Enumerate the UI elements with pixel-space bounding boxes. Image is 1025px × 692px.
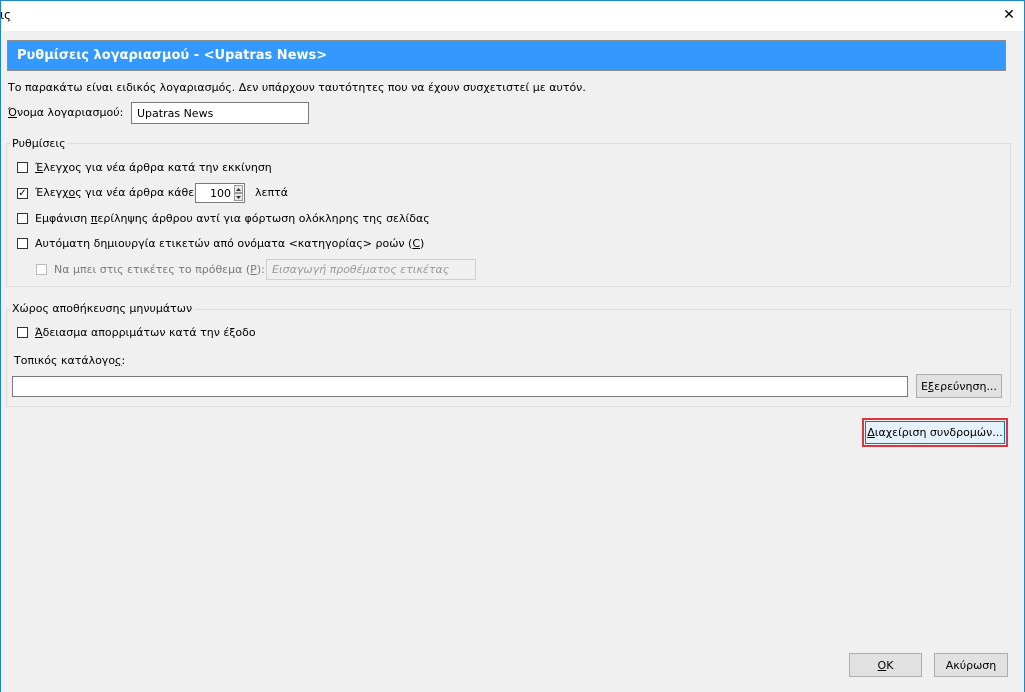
- window-title: ις: [0, 8, 12, 22]
- window-titlebar: [0, 0, 1025, 31]
- browse-button[interactable]: Εξ ερεύνηση...: [916, 374, 1002, 398]
- empty-trash-label[interactable]: Άδειασμα απορριμάτων κατά την έξοδο: [35, 326, 256, 339]
- tag-prefix-checkbox[interactable]: [36, 264, 47, 275]
- cancel-button[interactable]: Ακύρωση: [934, 653, 1008, 677]
- ok-button[interactable]: OK: [849, 653, 922, 677]
- account-name-value: Upatras News: [137, 106, 214, 120]
- spin-up-button[interactable]: [234, 185, 243, 193]
- auto-tags-label[interactable]: Αυτόματη δημιουργία ετικετών από ονόματα…: [35, 237, 424, 250]
- show-summary-checkbox[interactable]: [17, 213, 28, 224]
- check-interval-value: 100: [210, 187, 231, 200]
- page-title: Ρυθμίσεις λογαριασμού - <Upatras News>: [7, 40, 1006, 71]
- empty-trash-checkbox[interactable]: [17, 327, 28, 338]
- check-every-label[interactable]: Έλεγχος για νέα άρθρα κάθε: [35, 186, 194, 199]
- account-name-input[interactable]: Upatras News: [131, 102, 309, 124]
- check-startup-label[interactable]: Έλεγχος για νέα άρθρα κατά την εκκίνηση: [35, 161, 272, 174]
- local-dir-input[interactable]: [12, 376, 908, 397]
- manage-subscriptions-button[interactable]: Διαχείριση συνδρομών...: [865, 421, 1005, 444]
- check-startup-checkbox[interactable]: [17, 162, 28, 173]
- check-every-checkbox[interactable]: ✓: [17, 188, 28, 199]
- check-interval-unit: λεπτά: [255, 186, 288, 199]
- account-description: Το παρακάτω είναι ειδικός λογαριασμός. Δ…: [8, 81, 586, 94]
- tag-prefix-label[interactable]: Να μπει στις ετικέτες το πρόθεμα (P):: [54, 263, 265, 276]
- tag-prefix-input[interactable]: Εισαγωγή προθέματος ετικέτας: [266, 259, 476, 280]
- close-button[interactable]: ✕: [995, 1, 1023, 29]
- check-icon: ✓: [18, 187, 27, 199]
- check-interval-spinner[interactable]: 100: [195, 183, 245, 203]
- window-frame-left: [0, 30, 1, 692]
- chevron-up-icon: [236, 187, 241, 191]
- chevron-down-icon: [236, 195, 241, 199]
- auto-tags-checkbox[interactable]: [17, 238, 28, 249]
- spin-down-button[interactable]: [234, 193, 243, 201]
- settings-group-title: Ρυθμίσεις: [10, 137, 68, 150]
- tag-prefix-placeholder: Εισαγωγή προθέματος ετικέτας: [272, 263, 450, 276]
- account-name-label: Όνομα λογαριασμού:: [8, 106, 124, 119]
- storage-group-title: Χώρος αποθήκευσης μηνυμάτων: [10, 302, 195, 315]
- close-icon: ✕: [1003, 7, 1015, 23]
- show-summary-label[interactable]: Εμφάνιση περίληψης άρθρου αντί για φόρτω…: [35, 212, 430, 225]
- local-dir-label: Τοπικός κατάλογος:: [14, 354, 126, 367]
